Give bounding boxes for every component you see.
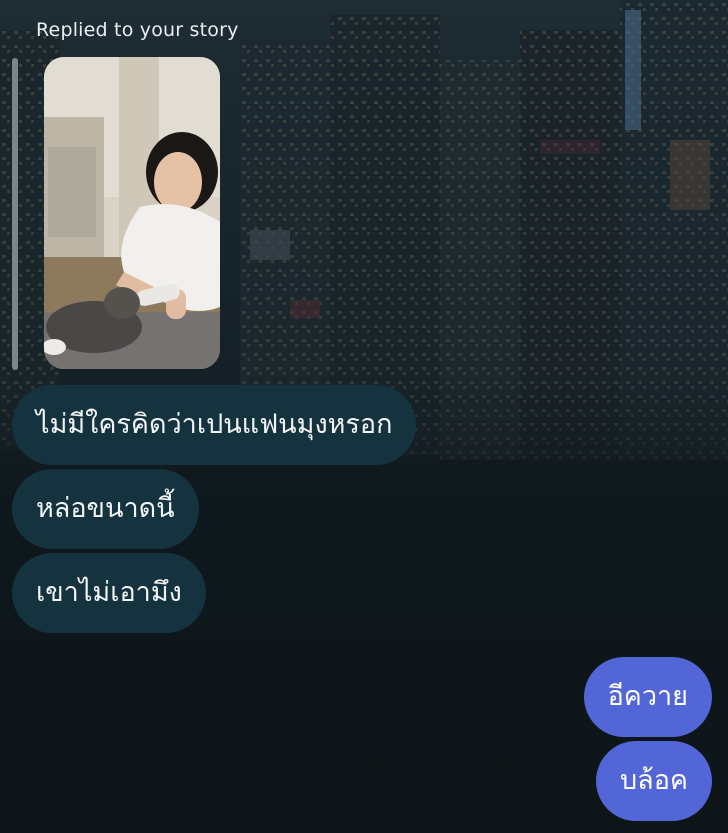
- replied-to-story-label: Replied to your story: [36, 19, 239, 41]
- sent-message-bubble[interactable]: บล้อค: [596, 741, 712, 821]
- sent-message-bubble[interactable]: อีควาย: [583, 657, 712, 737]
- story-preview-thumbnail[interactable]: [44, 57, 220, 369]
- received-message-bubble[interactable]: เขาไม่เอามึง: [12, 553, 206, 633]
- received-message-bubble[interactable]: ไม่มีใครคิดว่าเปนแฟนมุงหรอก: [12, 385, 417, 465]
- story-photo-icon: [44, 57, 220, 369]
- received-message-bubble[interactable]: หล่อขนาดนี้: [12, 469, 199, 549]
- reply-indicator-bar: [12, 58, 18, 370]
